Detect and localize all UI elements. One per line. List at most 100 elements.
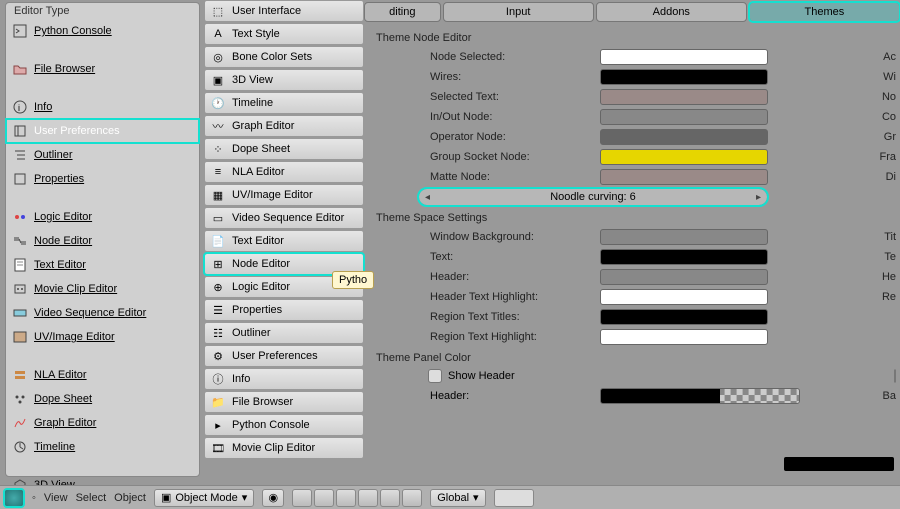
menu-object[interactable]: Object [114,492,146,504]
menu-item-node-editor[interactable]: Node Editor [6,229,199,253]
theme-category-graph[interactable]: 〰Graph Editor [204,115,364,137]
transform-orientation-dropdown[interactable]: Global ▾ [430,489,485,507]
panel-header-row: Header: Ba [370,386,900,405]
checkbox[interactable] [894,369,896,383]
color-swatch[interactable] [600,309,768,325]
color-swatch[interactable] [600,49,768,65]
panel-row-label: Outliner [232,327,271,339]
color-swatch[interactable] [600,229,768,245]
theme-category-3dview[interactable]: ▣3D View [204,69,364,91]
theme-category-text-editor[interactable]: 📄Text Editor [204,230,364,252]
prop-label: Node Selected: [370,51,600,63]
menu-item-python-console[interactable]: Python Console [6,19,199,43]
color-swatch[interactable] [600,169,768,185]
theme-category-dope[interactable]: ⁘Dope Sheet [204,138,364,160]
menu-item-properties[interactable]: Properties [6,167,199,191]
tab-input[interactable]: Input [443,2,594,22]
layers-icon[interactable] [314,489,334,507]
pivot-icon[interactable] [292,489,312,507]
svg-text:i: i [18,103,20,113]
show-header-checkbox[interactable] [428,369,442,383]
menu-item-uv-image[interactable]: UV/Image Editor [6,325,199,349]
menu-item-label: Python Console [34,25,112,37]
editor-type-icon-button[interactable] [4,489,24,507]
tab-addons[interactable]: Addons [596,2,747,22]
theme-category-text-style[interactable]: AText Style [204,23,364,45]
theme-category-uvimage[interactable]: ▦UV/Image Editor [204,184,364,206]
menu-item-info[interactable]: i Info [6,95,199,119]
theme-category-vse[interactable]: ▭Video Sequence Editor [204,207,364,229]
proportional-icon[interactable] [402,489,422,507]
color-swatch[interactable] [600,149,768,165]
menu-select[interactable]: Select [76,492,107,504]
section-theme-space: Theme Space Settings [370,210,900,226]
theme-category-properties[interactable]: ☰Properties [204,299,364,321]
color-swatch[interactable] [600,89,768,105]
prop-node-selected: Node Selected: Ac [370,47,900,66]
status-circle-icon[interactable]: ◦ [32,492,36,504]
bottom-dark-bar [784,457,894,471]
menu-item-nla[interactable]: NLA Editor [6,363,199,387]
menu-item-outliner[interactable]: Outliner [6,143,199,167]
color-swatch[interactable] [600,69,768,85]
theme-category-file-browser[interactable]: 📁File Browser [204,391,364,413]
preferences-tabs: diting Input Addons Themes [364,0,900,24]
theme-category-movie-clip[interactable]: 🎞Movie Clip Editor [204,437,364,459]
prop-text: Text: Te [370,247,900,266]
theme-category-userprefs[interactable]: ⚙User Preferences [204,345,364,367]
manipulator-icon[interactable] [358,489,378,507]
slider-label: Noodle curving: 6 [550,191,636,203]
theme-category-user-interface[interactable]: ⬚User Interface [204,0,364,22]
menu-item-movie-clip[interactable]: Movie Clip Editor [6,277,199,301]
menu-item-label: Outliner [34,149,73,161]
menu-item-user-preferences[interactable]: User Preferences [6,119,199,143]
panel-row-label: User Interface [232,5,301,17]
color-swatch[interactable] [600,269,768,285]
clip-icon: 🎞 [210,440,226,456]
panel-row-label: Bone Color Sets [232,51,312,63]
theme-category-outliner[interactable]: ☷Outliner [204,322,364,344]
menu-item-dope-sheet[interactable]: Dope Sheet [6,387,199,411]
outliner-icon [12,147,28,163]
menu-item-file-browser[interactable]: File Browser [6,57,199,81]
noodle-curving-slider[interactable]: Noodle curving: 6 [418,188,768,206]
menu-item-label: Info [34,101,52,113]
menu-item-label: Properties [34,173,84,185]
color-swatch-alpha[interactable] [600,388,800,404]
truncated-label: Co [882,111,896,123]
properties-icon [12,171,28,187]
theme-category-bone-colors[interactable]: ◎Bone Color Sets [204,46,364,68]
layer-grid[interactable] [494,489,534,507]
shading-dropdown[interactable]: ◉ [262,489,284,507]
menu-item-label: Logic Editor [34,211,92,223]
color-swatch[interactable] [600,249,768,265]
menu-view[interactable]: View [44,492,68,504]
theme-category-timeline[interactable]: 🕐Timeline [204,92,364,114]
editor-type-menu[interactable]: Editor Type Python Console File Browser … [5,2,200,477]
color-swatch[interactable] [600,109,768,125]
menu-item-logic-editor[interactable]: Logic Editor [6,205,199,229]
theme-category-python-console[interactable]: ▸Python Console [204,414,364,436]
menu-item-timeline[interactable]: Timeline [6,435,199,459]
truncated-label: Te [884,251,896,263]
prop-header-text-hl: Header Text Highlight: Re [370,287,900,306]
text-icon [12,257,28,273]
widget-icon[interactable] [336,489,356,507]
panel-row-label: Text Style [232,28,280,40]
menu-item-label: Video Sequence Editor [34,307,146,319]
theme-category-nla[interactable]: ≡NLA Editor [204,161,364,183]
theme-category-info[interactable]: ⓘInfo [204,368,364,390]
menu-item-text-editor[interactable]: Text Editor [6,253,199,277]
snap-icon[interactable] [380,489,400,507]
tab-editing[interactable]: diting [364,2,441,22]
panel-row-label: Timeline [232,97,273,109]
menu-item-label: Node Editor [34,235,92,247]
color-swatch[interactable] [600,289,768,305]
prop-label: Matte Node: [370,171,600,183]
tab-themes[interactable]: Themes [749,2,900,22]
menu-item-graph[interactable]: Graph Editor [6,411,199,435]
menu-item-video-sequence[interactable]: Video Sequence Editor [6,301,199,325]
color-swatch[interactable] [600,329,768,345]
color-swatch[interactable] [600,129,768,145]
interaction-mode-dropdown[interactable]: ▣ Object Mode ▾ [154,489,254,507]
